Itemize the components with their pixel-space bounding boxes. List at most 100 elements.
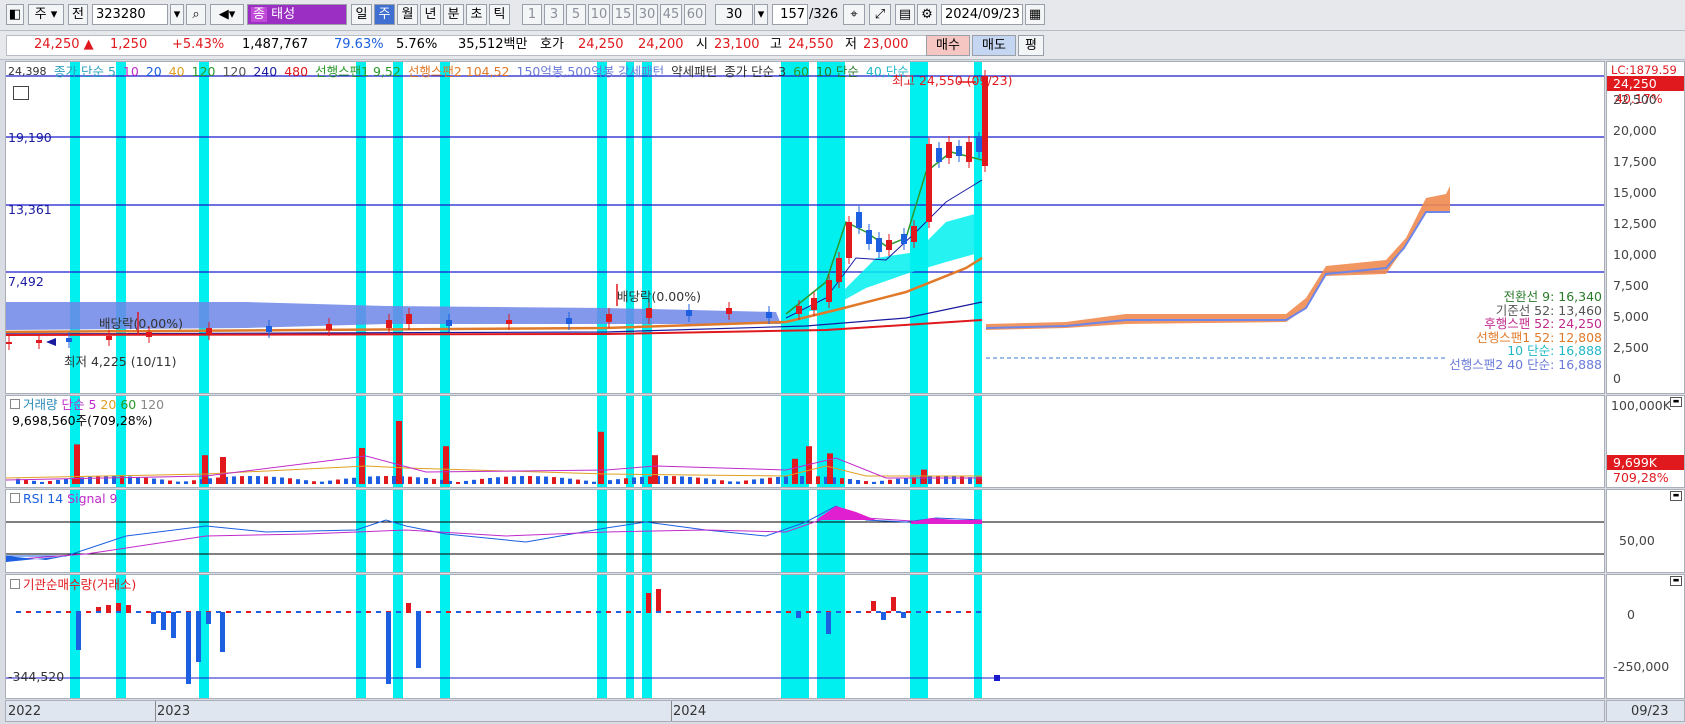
trend-icon[interactable]: ⤢ [869, 4, 891, 25]
period-button[interactable]: 월 [397, 4, 418, 25]
institution-panel[interactable]: 기관순매수량(거래소) -344,520 [5, 574, 1605, 699]
search-icon[interactable]: ⌕ [186, 4, 206, 25]
layout-icon[interactable]: ◧ [6, 4, 24, 25]
period-button[interactable]: 분 [443, 4, 464, 25]
speaker-icon[interactable]: ◀▾ [210, 4, 244, 25]
inst-bar [576, 611, 581, 613]
price-panel[interactable]: 24,398 종가 단순 5 10 20 40 120 120 240 480 선행스팬1 9,… [5, 61, 1605, 394]
volume-bar [192, 480, 196, 484]
inst-bar [756, 611, 761, 613]
volume-bar [928, 476, 932, 484]
low-label: 저 [845, 37, 857, 52]
inst-bar [766, 611, 771, 613]
volume-bar [752, 479, 756, 484]
count-input[interactable]: 157 [772, 4, 808, 25]
inst-bar [151, 612, 156, 624]
minute-button[interactable]: 30 [636, 4, 658, 25]
inst-bar [646, 593, 651, 611]
volume-bar [696, 477, 700, 484]
volume-bar [904, 477, 908, 484]
y-tick: 20,000 [1613, 123, 1657, 138]
period-button[interactable]: 틱 [489, 4, 510, 25]
highlight-band [642, 396, 652, 487]
highlight-band [116, 575, 126, 698]
table-icon[interactable] [13, 86, 29, 100]
legend-item: 40 [168, 64, 185, 79]
minimize-icon[interactable]: ▬ [1670, 397, 1682, 407]
volume-bar [56, 479, 60, 484]
volume-bar [704, 478, 708, 484]
eval-button[interactable]: 평 [1018, 35, 1044, 56]
price-chart[interactable] [6, 62, 1604, 393]
volume-bar [672, 476, 676, 484]
minute-button[interactable]: 15 [612, 4, 634, 25]
minute-button[interactable]: 60 [684, 4, 706, 25]
stock-name: 태성 [271, 7, 296, 22]
inst-bar [696, 611, 701, 613]
volume-bar [768, 477, 772, 484]
stock-name-field[interactable]: 종 태성 [247, 4, 347, 25]
highlight-band [781, 62, 809, 393]
inst-bar [516, 611, 521, 613]
y-tick: 5,000 [1613, 309, 1649, 324]
prev-button[interactable]: 전 [68, 4, 88, 25]
rsi-panel[interactable]: RSI 14 Signal 9 [5, 489, 1605, 573]
gear-icon[interactable]: ⚙ [917, 4, 937, 25]
code-input[interactable]: 323280 [92, 4, 168, 25]
minute-button[interactable]: 1 [522, 4, 542, 25]
inst-bar [706, 611, 711, 613]
period-button[interactable]: 주 [374, 4, 395, 25]
candle-body [36, 340, 42, 343]
volume-bar [216, 477, 220, 484]
volume-bar [736, 481, 740, 484]
volume-bar [40, 481, 44, 484]
volume-chart[interactable] [6, 396, 1604, 487]
highlight-band [356, 490, 366, 572]
minute-button[interactable]: 3 [544, 4, 564, 25]
minute-button[interactable]: 5 [566, 4, 586, 25]
volume-bar [464, 480, 468, 484]
inst-bar [296, 611, 301, 613]
chart-tool-icon[interactable]: ⌖ [843, 4, 865, 25]
volume-panel[interactable]: 거래량 단순 5 20 60 120 9,698,560주(709,28%) [5, 395, 1605, 488]
chevron-down-icon[interactable]: ▾ [754, 4, 768, 25]
sell-button[interactable]: 매도 [972, 35, 1016, 56]
y-tick: 22,500 [1613, 92, 1657, 107]
view-dropdown[interactable]: 주 ▾ [28, 4, 64, 25]
minimize-icon[interactable]: ▬ [1670, 576, 1682, 586]
volume-bar [760, 478, 764, 484]
indicator-value: 10 단순: 16,888 [1507, 343, 1602, 358]
legend-item: 150억봉,500억봉 강세패턴 [516, 64, 665, 79]
inst-y-1: -250,000 [1613, 659, 1670, 674]
calendar-icon[interactable]: ▦ [1025, 4, 1045, 25]
inst-bar [406, 611, 411, 613]
legend-item: 20 [145, 64, 162, 79]
highlight-band [781, 490, 809, 572]
minute-button[interactable]: 10 [588, 4, 610, 25]
buy-button[interactable]: 매수 [926, 35, 970, 56]
institution-chart[interactable] [6, 575, 1604, 698]
candle-body [66, 338, 72, 342]
chevron-down-icon[interactable]: ▾ [170, 4, 184, 25]
inst-bar [126, 605, 131, 611]
volume-bar [888, 479, 892, 484]
inst-bar [716, 611, 721, 613]
inst-bar [96, 611, 101, 613]
save-icon[interactable]: ▤ [895, 4, 915, 25]
inst-bar [676, 611, 681, 613]
minute-button[interactable]: 45 [660, 4, 682, 25]
period-button[interactable]: 일 [351, 4, 372, 25]
highlight-band [626, 575, 634, 698]
candle-body [901, 234, 907, 244]
inst-bar [366, 611, 371, 613]
minimize-icon[interactable]: ▬ [1670, 491, 1682, 501]
period-button[interactable]: 초 [466, 4, 487, 25]
inst-bar [256, 611, 261, 613]
period-button[interactable]: 년 [420, 4, 441, 25]
volume-bar [344, 478, 348, 484]
cloud-area [986, 186, 1450, 330]
highlight-band [910, 490, 928, 572]
interval-select[interactable]: 30 [715, 4, 753, 25]
date-input[interactable]: 2024/09/23 [941, 4, 1023, 25]
rsi-chart[interactable] [6, 490, 1604, 572]
